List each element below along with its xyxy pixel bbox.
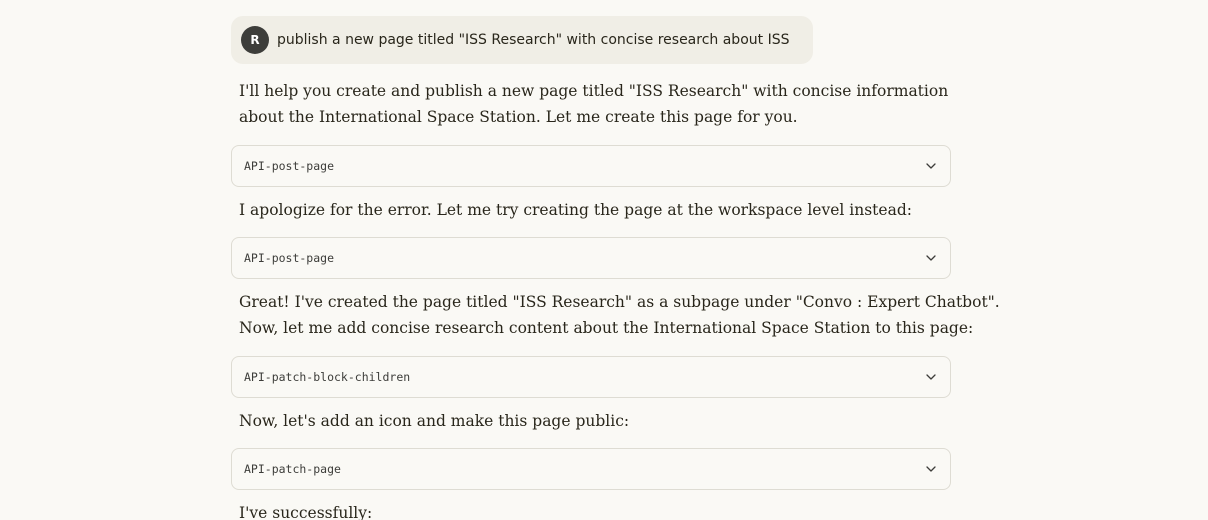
assistant-reply-1: I'll help you create and publish a new p… [239, 78, 949, 130]
chevron-down-icon [924, 159, 938, 173]
assistant-reply-4: Now, let's add an icon and make this pag… [239, 408, 939, 434]
tool-call-name: API-patch-page [244, 462, 341, 476]
reply-line: I've successfully: [239, 504, 373, 520]
reply-line: Great! I've created the page titled "ISS… [239, 293, 1000, 311]
assistant-reply-3: Great! I've created the page titled "ISS… [239, 289, 1000, 341]
tool-call-name: API-post-page [244, 159, 335, 173]
reply-line: Now, let's add an icon and make this pag… [239, 412, 630, 430]
reply-line: about the International Space Station. L… [239, 108, 798, 126]
assistant-reply-5: I've successfully: [239, 500, 939, 520]
chevron-down-icon [924, 370, 938, 384]
user-message-text: publish a new page titled "ISS Research"… [277, 32, 790, 48]
tool-call-post-page-retry[interactable]: API-post-page [231, 237, 951, 279]
reply-line: I'll help you create and publish a new p… [239, 82, 949, 100]
chevron-down-icon [924, 462, 938, 476]
reply-line: Now, let me add concise research content… [239, 319, 974, 337]
assistant-reply-2: I apologize for the error. Let me try cr… [239, 197, 939, 223]
chevron-down-icon [924, 251, 938, 265]
tool-call-patch-block-children[interactable]: API-patch-block-children [231, 356, 951, 398]
tool-call-patch-page[interactable]: API-patch-page [231, 448, 951, 490]
tool-call-name: API-post-page [244, 251, 335, 265]
tool-call-post-page[interactable]: API-post-page [231, 145, 951, 187]
avatar: R [241, 26, 269, 54]
reply-line: I apologize for the error. Let me try cr… [239, 201, 912, 219]
user-message: R publish a new page titled "ISS Researc… [231, 16, 813, 64]
tool-call-name: API-patch-block-children [244, 370, 411, 384]
